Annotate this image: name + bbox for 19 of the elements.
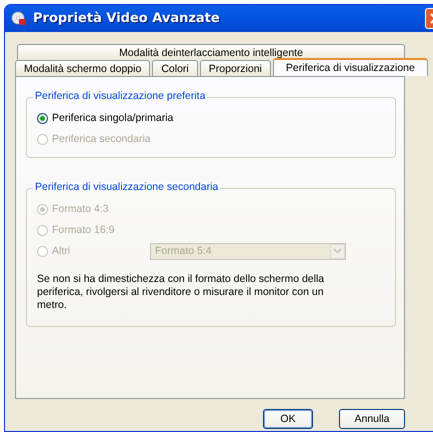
radio-label: Formato 4:3 <box>52 203 109 215</box>
tab[interactable]: Proporzioni <box>200 60 271 76</box>
radio-button[interactable] <box>37 112 48 124</box>
tab[interactable]: Colori <box>152 60 198 76</box>
group-title: Periferica di visualizzazione secondaria <box>33 181 220 193</box>
radio-label: Periferica singola/primaria <box>52 112 174 124</box>
window-title: Proprietà Video Avanzate <box>33 11 221 26</box>
tab[interactable]: Modalità deinterlacciamento intelligente <box>17 44 405 60</box>
group-title: Periferica di visualizzazione preferita <box>33 90 208 102</box>
radio-label: Formato 16:9 <box>52 224 114 236</box>
help-text: Se non si ha dimestichezza con il formato dello schermo della periferica, rivolgersi al rivenditore o misurare il monitor con un metro. <box>37 273 326 312</box>
dialog-button[interactable]: OK <box>263 409 313 429</box>
disc-icon <box>11 10 27 26</box>
tab[interactable]: Modalità schermo doppio <box>15 60 150 76</box>
dialog-button[interactable]: Annulla <box>339 409 405 429</box>
radio-label: Altri <box>52 245 72 257</box>
chevron-down-icon <box>333 248 342 254</box>
tab[interactable]: Periferica di visualizzazione <box>272 58 428 76</box>
radio-label: Periferica secondaria <box>52 133 151 145</box>
